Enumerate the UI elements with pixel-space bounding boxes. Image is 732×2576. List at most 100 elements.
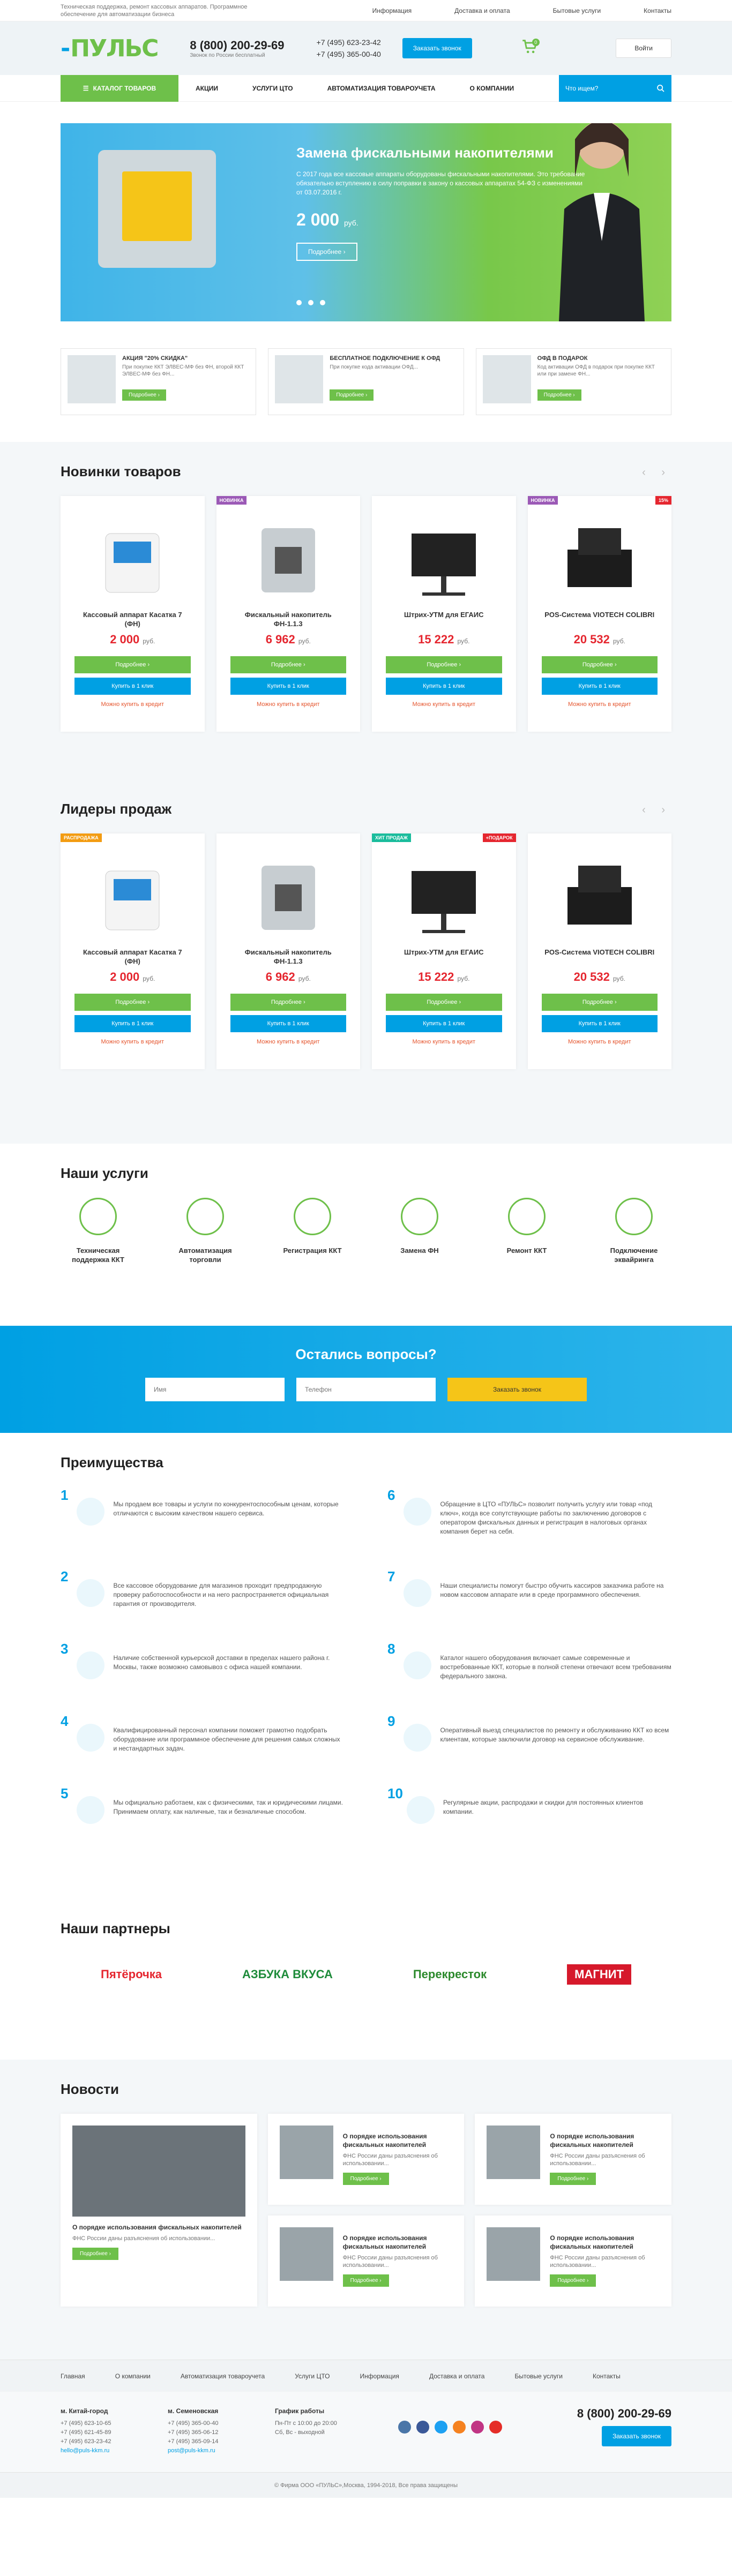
footer-nav-link[interactable]: Главная: [61, 2372, 85, 2380]
footer-nav-link[interactable]: Услуги ЦТО: [295, 2372, 330, 2380]
footer-phone[interactable]: 8 (800) 200-29-69: [577, 2407, 671, 2421]
login-button[interactable]: Войти: [616, 39, 671, 58]
product-image[interactable]: [245, 855, 331, 935]
product-image[interactable]: [557, 855, 643, 935]
product-name[interactable]: Штрих-УТМ для ЕГАИС: [386, 610, 502, 628]
slider-dot[interactable]: [320, 300, 325, 305]
product-more-button[interactable]: Подробнее ›: [74, 656, 191, 673]
product-name[interactable]: Кассовый аппарат Касатка 7 (ФН): [74, 948, 191, 966]
carousel-arrows[interactable]: ‹ ›: [642, 467, 671, 479]
carousel-arrows[interactable]: ‹ ›: [642, 804, 671, 816]
footer-nav-link[interactable]: Информация: [360, 2372, 399, 2380]
footer-nav-link[interactable]: О компании: [115, 2372, 151, 2380]
buy-one-click-button[interactable]: Купить в 1 клик: [386, 678, 502, 695]
promo-more-button[interactable]: Подробнее ›: [537, 389, 581, 401]
promo-more-button[interactable]: Подробнее ›: [122, 389, 166, 401]
main-phone[interactable]: 8 (800) 200-29-69: [190, 39, 284, 52]
partner-logo[interactable]: АЗБУКА ВКУСА: [242, 1967, 333, 1981]
slider-dot[interactable]: [308, 300, 313, 305]
news-card[interactable]: О порядке использования фискальных накоп…: [267, 2114, 465, 2205]
product-image[interactable]: [557, 517, 643, 598]
product-name[interactable]: Фискальный накопитель ФН-1.1.3: [230, 610, 347, 628]
product-card[interactable]: Фискальный накопитель ФН-1.1.3 6 962 руб.…: [216, 833, 360, 1069]
service-registration[interactable]: Регистрация ККТ: [280, 1198, 345, 1264]
product-more-button[interactable]: Подробнее ›: [541, 994, 658, 1011]
buy-one-click-button[interactable]: Купить в 1 клик: [386, 1015, 502, 1032]
news-more-button[interactable]: Подробнее ›: [550, 2173, 596, 2185]
service-repair[interactable]: Ремонт ККТ: [495, 1198, 559, 1264]
product-image[interactable]: [401, 855, 487, 935]
phone-2[interactable]: +7 (495) 623-23-42: [317, 36, 381, 48]
product-more-button[interactable]: Подробнее ›: [230, 656, 346, 673]
product-card[interactable]: ХИТ ПРОДАЖ +ПОДАРОК Штрих-УТМ для ЕГАИС 15 …: [372, 833, 516, 1069]
product-more-button[interactable]: Подробнее ›: [386, 656, 502, 673]
product-card[interactable]: РАСПРОДАЖА Кассовый аппарат Касатка 7 (ФН…: [61, 833, 205, 1069]
banner-more-button[interactable]: Подробнее ›: [296, 243, 357, 261]
service-acquiring[interactable]: Подключение эквайринга: [602, 1198, 666, 1264]
product-card[interactable]: НОВИНКА 15% POS-Система VIOTECH COLIBRI 20 …: [527, 496, 671, 732]
promo-more-button[interactable]: Подробнее ›: [330, 389, 374, 401]
facebook-icon[interactable]: [416, 2421, 429, 2434]
phone-field[interactable]: [296, 1378, 436, 1401]
phone-3[interactable]: +7 (495) 365-00-40: [317, 48, 381, 60]
buy-one-click-button[interactable]: Купить в 1 клик: [230, 678, 346, 695]
buy-one-click-button[interactable]: Купить в 1 клик: [541, 1015, 658, 1032]
credit-link[interactable]: Можно купить в кредит: [230, 701, 347, 708]
logo[interactable]: - ПУЛЬС: [61, 35, 159, 62]
news-more-button[interactable]: Подробнее ›: [72, 2248, 118, 2260]
nav-item-promos[interactable]: АКЦИИ: [178, 85, 235, 92]
service-support[interactable]: Техническая поддержка ККТ: [66, 1198, 130, 1264]
top-link-delivery[interactable]: Доставка и оплата: [454, 7, 510, 14]
credit-link[interactable]: Можно купить в кредит: [542, 1039, 658, 1045]
nav-item-about[interactable]: О КОМПАНИИ: [453, 85, 532, 92]
product-name[interactable]: POS-Система VIOTECH COLIBRI: [542, 610, 658, 628]
product-name[interactable]: POS-Система VIOTECH COLIBRI: [542, 948, 658, 966]
catalog-button[interactable]: ☰ КАТАЛОГ ТОВАРОВ: [61, 75, 178, 102]
top-link-contacts[interactable]: Контакты: [644, 7, 671, 14]
product-card[interactable]: НОВИНКА Фискальный накопитель ФН-1.1.3 6 9…: [216, 496, 360, 732]
partner-logo[interactable]: МАГНИТ: [567, 1964, 631, 1985]
product-more-button[interactable]: Подробнее ›: [541, 656, 658, 673]
footer-nav-link[interactable]: Автоматизация товароучета: [181, 2372, 265, 2380]
buy-one-click-button[interactable]: Купить в 1 клик: [541, 678, 658, 695]
credit-link[interactable]: Можно купить в кредит: [230, 1039, 347, 1045]
nav-item-services[interactable]: УСЛУГИ ЦТО: [235, 85, 310, 92]
news-more-button[interactable]: Подробнее ›: [550, 2274, 596, 2287]
cart-button[interactable]: 0: [520, 37, 542, 59]
buy-one-click-button[interactable]: Купить в 1 клик: [230, 1015, 346, 1032]
promo-card[interactable]: БЕСПЛАТНОЕ ПОДКЛЮЧЕНИЕ К ОФД При покупке …: [268, 348, 464, 415]
slider-dot[interactable]: [296, 300, 302, 305]
youtube-icon[interactable]: [489, 2421, 502, 2434]
news-more-button[interactable]: Подробнее ›: [342, 2173, 389, 2185]
product-image[interactable]: [401, 517, 487, 598]
instagram-icon[interactable]: [471, 2421, 484, 2434]
news-card[interactable]: О порядке использования фискальных накоп…: [475, 2215, 671, 2307]
twitter-icon[interactable]: [435, 2421, 447, 2434]
product-name[interactable]: Штрих-УТМ для ЕГАИС: [386, 948, 502, 966]
name-field[interactable]: [145, 1378, 285, 1401]
ok-icon[interactable]: [453, 2421, 466, 2434]
footer-nav-link[interactable]: Контакты: [593, 2372, 621, 2380]
partner-logo[interactable]: Пятёрочка: [101, 1967, 162, 1981]
product-card[interactable]: POS-Система VIOTECH COLIBRI 20 532 руб. По…: [527, 833, 671, 1069]
product-name[interactable]: Фискальный накопитель ФН-1.1.3: [230, 948, 347, 966]
nav-item-automation[interactable]: АВТОМАТИЗАЦИЯ ТОВАРОУЧЕТА: [310, 85, 453, 92]
product-name[interactable]: Кассовый аппарат Касатка 7 (ФН): [74, 610, 191, 628]
product-card[interactable]: Кассовый аппарат Касатка 7 (ФН) 2 000 руб…: [61, 496, 205, 732]
credit-link[interactable]: Можно купить в кредит: [74, 701, 191, 708]
product-more-button[interactable]: Подробнее ›: [230, 994, 346, 1011]
credit-link[interactable]: Можно купить в кредит: [386, 701, 502, 708]
search-input[interactable]: Что ищем?: [559, 75, 671, 102]
news-more-button[interactable]: Подробнее ›: [342, 2274, 389, 2287]
buy-one-click-button[interactable]: Купить в 1 клик: [74, 1015, 191, 1032]
product-more-button[interactable]: Подробнее ›: [74, 994, 191, 1011]
search-icon[interactable]: [656, 84, 665, 93]
news-card[interactable]: О порядке использования фискальных накоп…: [475, 2114, 671, 2205]
footer-nav-link[interactable]: Бытовые услуги: [514, 2372, 563, 2380]
service-fn-replace[interactable]: Замена ФН: [387, 1198, 452, 1264]
product-image[interactable]: [89, 855, 175, 935]
product-image[interactable]: [89, 517, 175, 598]
call-button[interactable]: Заказать звонок: [402, 38, 472, 58]
top-link-services[interactable]: Бытовые услуги: [553, 7, 601, 14]
news-card[interactable]: О порядке использования фискальных накоп…: [61, 2114, 257, 2307]
